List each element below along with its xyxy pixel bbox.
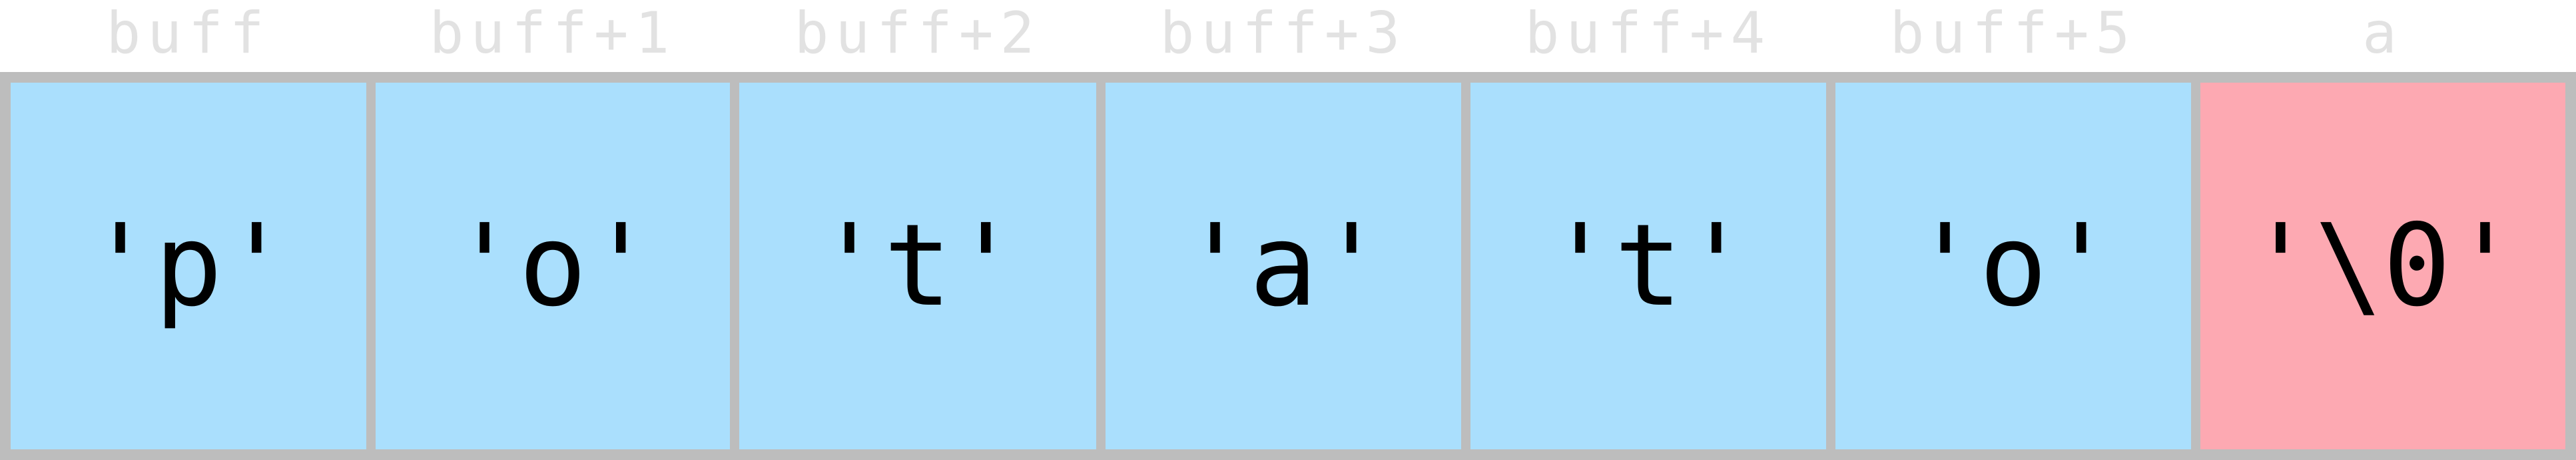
memory-row: 'p' 'o' 't' 'a' 't' 'o' '\0' <box>0 72 2576 460</box>
address-label-buff-plus-5: buff+5 <box>1889 0 2137 67</box>
memory-cell-buff-plus-3: 'a' <box>1106 83 1461 449</box>
address-label-a: a <box>2362 0 2404 67</box>
address-label-buff-plus-1: buff+1 <box>429 0 677 67</box>
memory-cell-buff-plus-2: 't' <box>739 83 1096 449</box>
memory-cell-a-overflow: '\0' <box>2200 83 2565 449</box>
memory-cell-buff-plus-4: 't' <box>1470 83 1826 449</box>
memory-cell-buff-plus-5: 'o' <box>1835 83 2191 449</box>
memory-cell-buff-plus-1: 'o' <box>376 83 730 449</box>
address-label-buff-plus-2: buff+2 <box>794 0 1042 67</box>
memory-cell-buff: 'p' <box>11 83 366 449</box>
address-label-buff-plus-3: buff+3 <box>1159 0 1407 67</box>
address-label-buff-plus-4: buff+4 <box>1524 0 1772 67</box>
address-labels: buff buff+1 buff+2 buff+3 buff+4 buff+5 … <box>0 0 2576 72</box>
address-label-buff: buff <box>106 0 271 67</box>
